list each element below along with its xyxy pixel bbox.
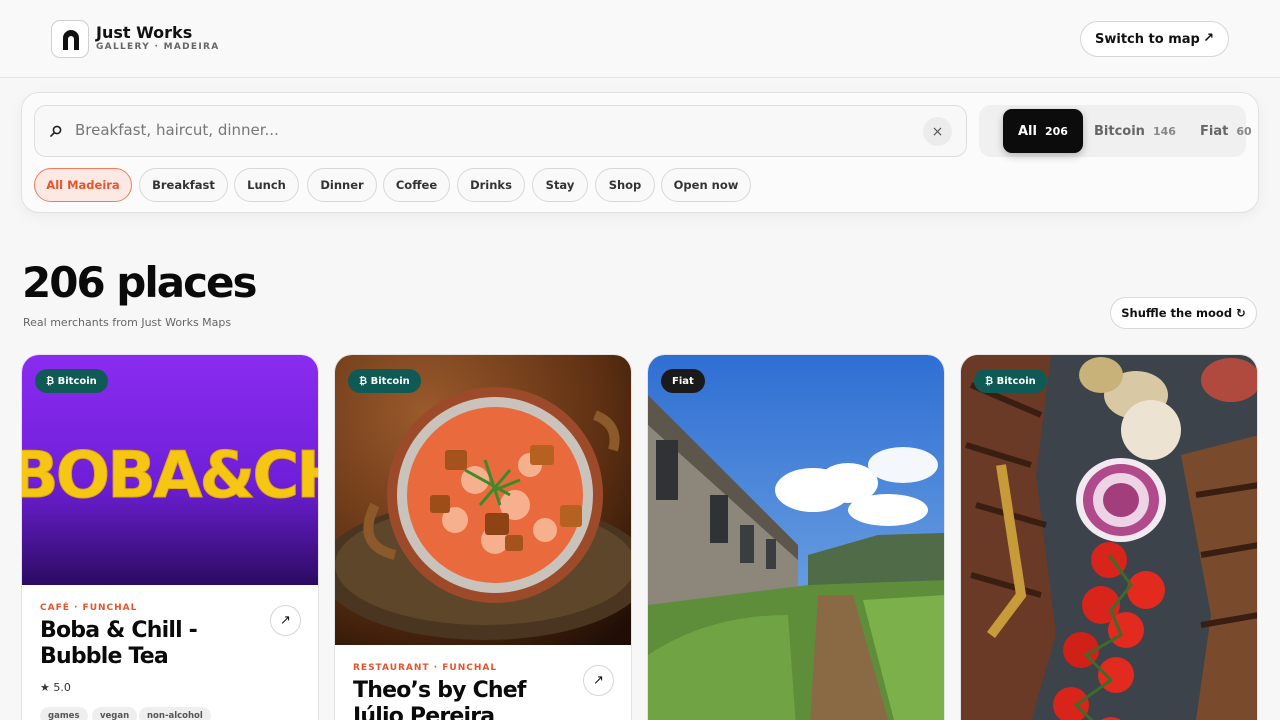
payment-option-label: Bitcoin [1094,123,1145,139]
card-tag: vegan [92,707,138,720]
shuffle-button[interactable]: Shuffle the mood ↻ [1110,297,1257,329]
results-subtitle: Real merchants from Just Works Maps [23,316,232,329]
filter-panel: Breakfast, haircut, dinner... × All 206 … [21,92,1259,213]
chip-open-now[interactable]: Open now [661,168,751,202]
top-bar: Just Works GALLERY · MADEIRA Switch to m… [0,0,1280,78]
payment-badge: ₿ Bitcoin [35,369,108,393]
card-rating: ★ 5.0 [40,681,71,694]
place-image [961,355,1257,720]
place-card[interactable]: ₿ Bitcoin [960,354,1258,720]
place-image [648,355,944,720]
arch-icon[interactable] [51,20,89,58]
switch-to-map-label: Switch to map [1095,31,1200,47]
chip-dinner[interactable]: Dinner [307,168,377,202]
chip-drinks[interactable]: Drinks [457,168,525,202]
place-card[interactable]: BOBA&CHILL ₿ Bitcoin CAFÉ · FUNCHAL Boba… [21,354,319,720]
payment-option-count: 206 [1044,124,1068,138]
card-tag: games [40,707,88,720]
search-placeholder: Breakfast, haircut, dinner... [75,121,279,139]
arrow-up-right-icon: ↗ [1203,31,1214,46]
payment-option-count: 60 [1236,124,1252,138]
chip-all-madeira[interactable]: All Madeira [34,168,132,202]
chip-shop[interactable]: Shop [595,168,655,202]
payment-badge: Fiat [661,369,705,393]
place-card[interactable]: Fiat [647,354,945,720]
clear-search-button[interactable]: × [923,117,952,146]
card-title: Theo’s by Chef Júlio Pereira [353,678,526,720]
payment-option-bitcoin[interactable]: Bitcoin 146 [1094,109,1176,153]
payment-option-label: Fiat [1200,123,1229,139]
place-card[interactable]: ₿ Bitcoin RESTAURANT · FUNCHAL Theo’s by… [334,354,632,720]
boba-logo-text: BOBA&CHILL [22,439,319,513]
card-category: RESTAURANT · FUNCHAL [353,663,498,673]
switch-to-map-button[interactable]: Switch to map ↗ [1080,21,1229,57]
payment-badge: ₿ Bitcoin [348,369,421,393]
brand-title: Just Works [96,23,193,42]
payment-option-label: All [1018,123,1037,139]
chip-lunch[interactable]: Lunch [234,168,299,202]
place-image [335,355,631,645]
search-icon [50,125,62,137]
card-tag: non-alcohol [139,707,211,720]
card-title: Boba & Chill - Bubble Tea [40,618,198,669]
payment-option-count: 146 [1152,124,1176,138]
chip-breakfast[interactable]: Breakfast [139,168,228,202]
payment-option-all[interactable]: All 206 [1003,109,1083,153]
chip-coffee[interactable]: Coffee [383,168,450,202]
brand-subtitle: GALLERY · MADEIRA [96,42,220,52]
arrow-up-right-icon[interactable]: ↗ [583,665,614,696]
search-input[interactable]: Breakfast, haircut, dinner... × [34,105,967,157]
chip-stay[interactable]: Stay [532,168,588,202]
payment-filter: All 206 Bitcoin 146 Fiat 60 [979,105,1252,157]
results-count-title: 206 places [22,258,257,307]
arrow-up-right-icon[interactable]: ↗ [270,605,301,636]
card-category: CAFÉ · FUNCHAL [40,603,138,613]
payment-option-fiat[interactable]: Fiat 60 [1200,109,1252,153]
payment-badge: ₿ Bitcoin [974,369,1047,393]
